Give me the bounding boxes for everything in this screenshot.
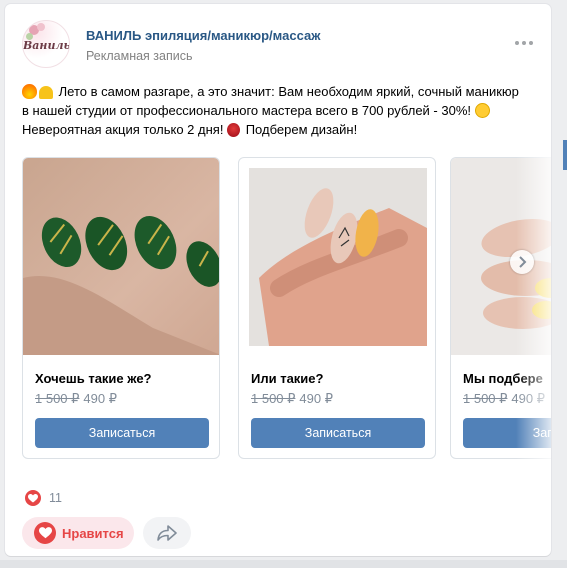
avatar-logo-text: Ваниль [23,39,70,52]
old-price: 1 500 ₽ [35,391,80,406]
share-button[interactable] [143,517,191,549]
post-text-line-1: Лето в самом разгаре, а это значит: Вам … [58,84,519,99]
product-photo-yellow-nails[interactable] [451,158,551,355]
product-card[interactable]: Мы подбере 1 500 ₽490 ₽ Запис [450,157,551,459]
card-price: 1 500 ₽490 ₽ [35,391,117,407]
heart-icon [25,490,41,506]
card-title: Или такие? [251,371,324,386]
feed-post: Ваниль ВАНИЛЬ эпиляция/маникюр/массаж Ре… [5,4,551,556]
card-price: 1 500 ₽490 ₽ [251,391,333,407]
old-price: 1 500 ₽ [463,391,508,406]
share-arrow-icon [157,525,177,541]
chevron-right-icon[interactable] [510,250,534,274]
new-price: 490 ₽ [299,391,333,406]
scroll-accent [563,140,567,170]
group-avatar[interactable]: Ваниль [22,20,70,68]
page-bottom-strip [0,560,567,568]
post-text-line-3a: Невероятная акция только 2 дня! [22,122,224,137]
post-text-line-3b: Подберем дизайн! [245,122,358,137]
new-price: 490 ₽ [83,391,117,406]
book-button[interactable]: Записаться [35,418,209,448]
new-price: 490 ₽ [511,391,545,406]
product-carousel: Хочешь такие же? 1 500 ₽490 ₽ Записаться [22,157,551,463]
like-button[interactable]: Нравится [22,517,134,549]
product-card[interactable]: Или такие? 1 500 ₽490 ₽ Записаться [238,157,436,459]
card-price: 1 500 ₽490 ₽ [463,391,545,407]
post-text-line-2: в нашей студии от профессионального маст… [22,103,471,118]
fire-emoji-icon [22,84,37,99]
post-type-label: Рекламная запись [86,49,193,63]
reaction-count: 11 [49,491,62,505]
product-photo-beige-nails[interactable] [249,168,427,346]
flushed-face-emoji-icon [474,103,490,118]
like-label: Нравится [62,525,124,541]
book-button[interactable]: Записаться [251,418,425,448]
old-price: 1 500 ₽ [251,391,296,406]
product-card[interactable]: Хочешь такие же? 1 500 ₽490 ₽ Записаться [22,157,220,459]
book-button[interactable]: Запис [463,418,551,448]
product-photo-green-nails[interactable] [23,158,219,355]
rose-emoji-icon [227,123,241,137]
more-dots-icon[interactable] [515,38,535,48]
card-title: Хочешь такие же? [35,371,152,386]
post-header: Ваниль ВАНИЛЬ эпиляция/маникюр/массаж Ре… [22,20,537,70]
card-title: Мы подбере [463,371,543,386]
group-name-link[interactable]: ВАНИЛЬ эпиляция/маникюр/массаж [86,28,320,43]
post-text: Лето в самом разгаре, а это значит: Вам … [22,82,542,139]
heart-icon [34,522,56,544]
reactions-summary[interactable]: 11 [25,490,62,506]
yellow-heart-emoji-icon [39,86,53,99]
